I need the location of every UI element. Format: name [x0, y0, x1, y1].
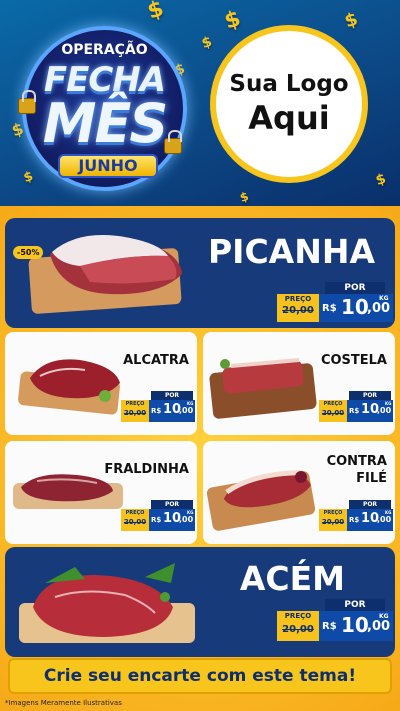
- product-name: COSTELA: [320, 353, 387, 368]
- product-card-costela: COSTELA POR PREÇO 20,00 R$ 10 ,00 KG: [203, 332, 395, 435]
- old-price: 20,00: [282, 305, 314, 316]
- old-price-box: PREÇO 20,00: [277, 294, 319, 322]
- old-price: 20,00: [123, 409, 147, 417]
- header-banner: $ $ $ $ $ $ $ $ $ OPERAÇÃO FECHA MÊS JUN…: [0, 0, 400, 206]
- price-tag: POR PREÇO 20,00 R$ 10 ,00 KG: [319, 500, 393, 536]
- dollar-icon: $: [21, 168, 36, 187]
- dollar-icon: $: [238, 189, 251, 205]
- price-decimal: ,00: [367, 301, 391, 316]
- preco-label: PREÇO: [284, 612, 312, 620]
- discount-badge: -50%: [13, 246, 44, 259]
- old-price-box: PREÇO 20,00: [319, 509, 347, 531]
- currency-symbol: R$: [322, 303, 337, 314]
- price-tag: POR PREÇO 20,00 R$ 10 ,00 KG: [121, 500, 195, 536]
- badge-mes-text: MÊS: [42, 92, 169, 155]
- padlock-icon: [164, 130, 182, 154]
- unit-label: KG: [379, 613, 389, 620]
- disclaimer-footnote: *Imagens Meramente Ilustrativas: [5, 699, 122, 707]
- preco-label: PREÇO: [323, 510, 343, 516]
- old-price-box: PREÇO 20,00: [277, 611, 319, 641]
- product-name: ALCATRA: [123, 353, 189, 368]
- new-price-box: R$ 10 ,00 KG: [149, 400, 195, 422]
- price-decimal: ,00: [377, 515, 392, 524]
- new-price-box: R$ 10 ,00 KG: [319, 611, 393, 641]
- product-name-line2: FILÉ: [356, 471, 387, 486]
- dollar-icon: $: [342, 8, 361, 33]
- product-name-line1: CONTRA: [326, 454, 387, 469]
- currency-symbol: R$: [151, 407, 162, 415]
- currency-symbol: R$: [151, 516, 162, 524]
- product-card-acem: ACÉM POR PREÇO 20,00 R$ 10 ,00 KG: [5, 547, 395, 657]
- por-label: POR: [325, 599, 385, 611]
- unit-label: KG: [385, 510, 392, 515]
- price-integer: 10: [341, 295, 369, 319]
- old-price-box: PREÇO 20,00: [319, 400, 347, 422]
- currency-symbol: R$: [322, 621, 337, 632]
- padlock-icon: [18, 90, 36, 114]
- preco-label: PREÇO: [125, 510, 145, 516]
- dollar-icon: $: [373, 170, 388, 190]
- por-label: POR: [349, 500, 391, 509]
- new-price-box: R$ 10 ,00 KG: [149, 509, 195, 531]
- por-label: POR: [325, 282, 385, 294]
- old-price: 20,00: [321, 518, 345, 526]
- unit-label: KG: [379, 295, 389, 302]
- price-decimal: ,00: [179, 406, 194, 415]
- logo-line1: Sua Logo: [229, 71, 349, 97]
- por-label: POR: [151, 391, 193, 400]
- operacao-fecha-mes-badge: OPERAÇÃO FECHA MÊS JUNHO: [18, 26, 187, 191]
- price-decimal: ,00: [179, 515, 194, 524]
- product-name: FRALDINHA: [104, 462, 189, 477]
- preco-label: PREÇO: [125, 401, 145, 407]
- picanha-image: [50, 235, 182, 295]
- badge-month-label: JUNHO: [58, 154, 158, 178]
- logo-placeholder: Sua Logo Aqui: [210, 25, 368, 183]
- new-price-box: R$ 10 ,00 KG: [347, 400, 393, 422]
- product-card-picanha: -50% PICANHA POR PREÇO 20,00 R$ 10 ,00 K…: [5, 218, 395, 328]
- old-price-box: PREÇO 20,00: [121, 509, 149, 531]
- product-card-contra-file: CONTRA FILÉ POR PREÇO 20,00 R$ 10 ,00 KG: [203, 441, 395, 544]
- fraldinha-image: [21, 474, 113, 502]
- dollar-icon: $: [199, 33, 214, 53]
- old-price: 20,00: [123, 518, 147, 526]
- old-price: 20,00: [282, 624, 314, 635]
- dollar-icon: $: [221, 6, 244, 35]
- unit-label: KG: [187, 510, 194, 515]
- price-tag: POR PREÇO 20,00 R$ 10 ,00 KG: [121, 391, 195, 427]
- product-name: ACÉM: [239, 559, 345, 598]
- new-price-box: R$ 10 ,00 KG: [347, 509, 393, 531]
- alcatra-image: [30, 359, 120, 402]
- price-integer: 10: [341, 613, 369, 637]
- price-decimal: ,00: [377, 406, 392, 415]
- product-card-alcatra: ALCATRA POR PREÇO 20,00 R$ 10 ,00 KG: [5, 332, 197, 435]
- old-price: 20,00: [321, 409, 345, 417]
- product-card-fraldinha: FRALDINHA POR PREÇO 20,00 R$ 10 ,00 KG: [5, 441, 197, 544]
- price-decimal: ,00: [367, 619, 391, 634]
- price-tag: POR PREÇO 20,00 R$ 10 ,00 KG: [319, 391, 393, 427]
- por-label: POR: [151, 500, 193, 509]
- preco-label: PREÇO: [323, 401, 343, 407]
- unit-label: KG: [385, 401, 392, 406]
- unit-label: KG: [187, 401, 194, 406]
- costela-image: [220, 358, 304, 394]
- product-name: CONTRA FILÉ: [327, 453, 387, 487]
- cta-banner[interactable]: Crie seu encarte com este tema!: [8, 658, 392, 694]
- logo-line2: Aqui: [248, 99, 330, 137]
- dollar-icon: $: [144, 0, 167, 25]
- price-tag: POR PREÇO 20,00 R$ 10 ,00 KG: [277, 599, 395, 647]
- badge-top-text: OPERAÇÃO: [61, 42, 148, 58]
- offers-area: -50% PICANHA POR PREÇO 20,00 R$ 10 ,00 K…: [0, 206, 400, 711]
- preco-label: PREÇO: [284, 295, 312, 303]
- old-price-box: PREÇO 20,00: [121, 400, 149, 422]
- acem-image: [33, 563, 175, 637]
- price-tag: POR PREÇO 20,00 R$ 10 ,00 KG: [277, 282, 395, 326]
- currency-symbol: R$: [349, 407, 360, 415]
- currency-symbol: R$: [349, 516, 360, 524]
- new-price-box: R$ 10 ,00 KG: [319, 294, 393, 322]
- product-name: PICANHA: [208, 232, 375, 271]
- contra-file-image: [223, 470, 311, 508]
- por-label: POR: [349, 391, 391, 400]
